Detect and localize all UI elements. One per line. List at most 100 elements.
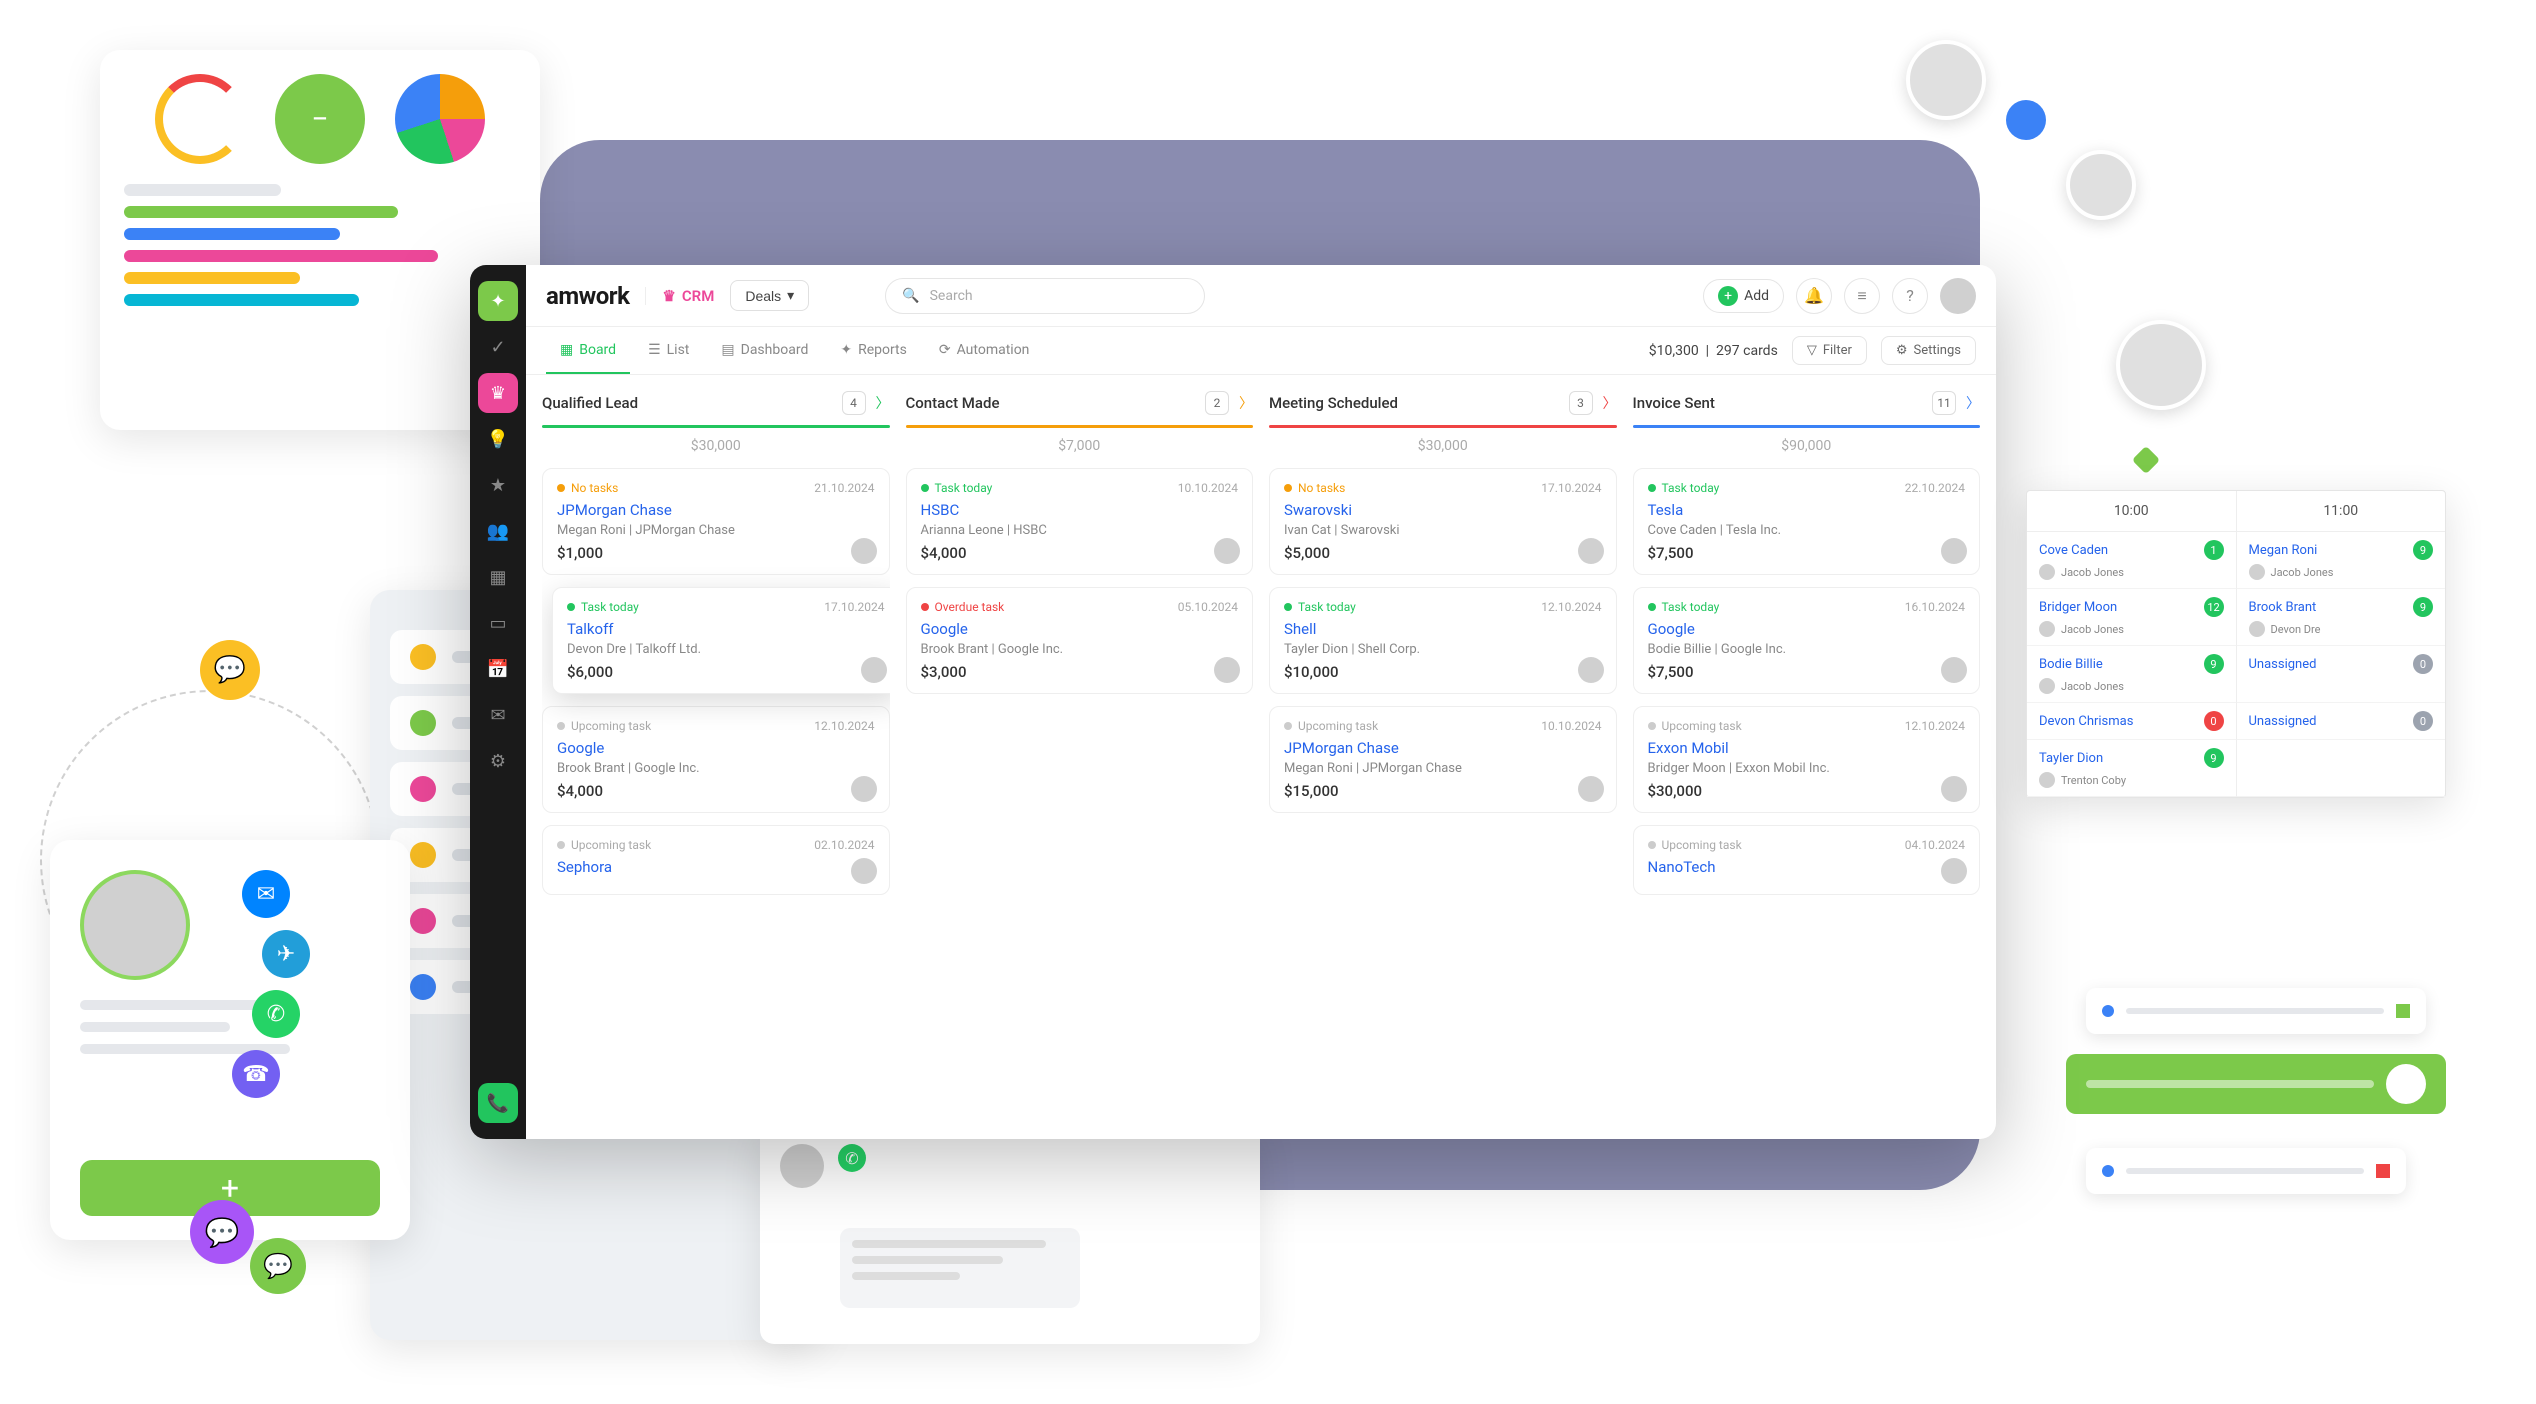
sidebar-phone-icon[interactable]: 📞 — [478, 1083, 518, 1123]
chevron-right-icon: 〉 — [1603, 393, 1617, 413]
schedule-assignee: Devon Dre — [2249, 621, 2434, 637]
tab-list[interactable]: ☰List — [634, 327, 703, 374]
deal-contact: Tayler Dion | Shell Corp. — [1284, 642, 1602, 657]
deal-card[interactable]: Task today 17.10.2024 Talkoff Devon Dre … — [552, 587, 890, 694]
add-button[interactable]: +Add — [1703, 279, 1784, 313]
deal-card[interactable]: Overdue task 05.10.2024 Google Brook Bra… — [906, 587, 1254, 694]
schedule-cell[interactable]: Megan Roni9Jacob Jones — [2237, 532, 2446, 589]
deal-amount: $10,000 — [1284, 663, 1602, 681]
filter-button[interactable]: ▽Filter — [1792, 336, 1867, 365]
tab-reports[interactable]: ✦Reports — [826, 327, 921, 374]
crm-app-window: ✦ ✓ ♛ 💡 ★ 👥 ▦ ▭ 📅 ✉ ⚙ 📞 amwork ♛CRM Deal… — [470, 265, 1996, 1139]
app-logo: amwork — [546, 282, 629, 310]
sidebar-logo-icon[interactable]: ✦ — [478, 281, 518, 321]
sidebar-star-icon[interactable]: ★ — [478, 465, 518, 505]
deal-contact: Devon Dre | Talkoff Ltd. — [567, 642, 885, 657]
deal-card[interactable]: Upcoming task 04.10.2024 NanoTech — [1633, 825, 1981, 895]
settings-button[interactable]: ⚙Settings — [1881, 336, 1976, 365]
deal-amount: $5,000 — [1284, 544, 1602, 562]
deal-card[interactable]: Upcoming task 12.10.2024 Google Brook Br… — [542, 706, 890, 813]
deal-amount: $1,000 — [557, 544, 875, 562]
schedule-cell[interactable]: Unassigned0 — [2237, 646, 2446, 703]
module-badge: ♛CRM — [645, 287, 714, 305]
sidebar-crown-icon[interactable]: ♛ — [478, 373, 518, 413]
chevron-right-icon: 〉 — [876, 393, 890, 413]
deal-card[interactable]: No tasks 17.10.2024 Swarovski Ivan Cat |… — [1269, 468, 1617, 575]
deal-card[interactable]: No tasks 21.10.2024 JPMorgan Chase Megan… — [542, 468, 890, 575]
chat-bubble-icon[interactable]: 💬 — [250, 1238, 306, 1294]
menu-icon[interactable]: ≡ — [1844, 278, 1880, 314]
deal-name: Google — [921, 620, 1239, 638]
column-title: Qualified Lead — [542, 394, 832, 412]
tab-board[interactable]: ▦Board — [546, 327, 630, 374]
help-button[interactable]: ? — [1892, 278, 1928, 314]
deal-name: Google — [1648, 620, 1966, 638]
sidebar-bulb-icon[interactable]: 💡 — [478, 419, 518, 459]
deals-dropdown[interactable]: Deals▾ — [730, 280, 809, 311]
card-date: 12.10.2024 — [1905, 719, 1965, 733]
viber-icon[interactable]: ☎ — [232, 1050, 280, 1098]
task-status: Task today — [1284, 600, 1356, 614]
deal-card[interactable]: Task today 22.10.2024 Tesla Cove Caden |… — [1633, 468, 1981, 575]
schedule-cell[interactable]: Bridger Moon12Jacob Jones — [2027, 589, 2237, 646]
deal-name: Talkoff — [567, 620, 885, 638]
deal-card[interactable]: Task today 12.10.2024 Shell Tayler Dion … — [1269, 587, 1617, 694]
sidebar-settings-icon[interactable]: ⚙ — [478, 741, 518, 781]
deal-card[interactable]: Upcoming task 10.10.2024 JPMorgan Chase … — [1269, 706, 1617, 813]
schedule-cell[interactable]: Devon Chrismas0 — [2027, 703, 2237, 740]
column-count: 11 — [1932, 391, 1956, 415]
user-avatar[interactable] — [1940, 278, 1976, 314]
schedule-cell[interactable]: Cove Caden1Jacob Jones — [2027, 532, 2237, 589]
task-status: Task today — [1648, 600, 1720, 614]
search-icon: 🔍 — [902, 288, 919, 304]
sidebar-check-icon[interactable]: ✓ — [478, 327, 518, 367]
contact-avatar — [80, 870, 190, 980]
dashboard-icon: ▤ — [721, 342, 734, 358]
deal-amount: $4,000 — [557, 782, 875, 800]
deal-card[interactable]: Task today 16.10.2024 Google Bodie Billi… — [1633, 587, 1981, 694]
task-status: Task today — [921, 481, 993, 495]
deal-contact: Arianna Leone | HSBC — [921, 523, 1239, 538]
column-title: Meeting Scheduled — [1269, 394, 1559, 412]
card-date: 16.10.2024 — [1905, 600, 1965, 614]
column-total: $7,000 — [906, 438, 1254, 454]
schedule-cell[interactable]: Unassigned0 — [2237, 703, 2446, 740]
task-status: Overdue task — [921, 600, 1005, 614]
deal-contact: Ivan Cat | Swarovski — [1284, 523, 1602, 538]
tab-dashboard[interactable]: ▤Dashboard — [707, 327, 822, 374]
automation-icon: ⟳ — [939, 342, 951, 358]
chevron-down-icon: ▾ — [787, 287, 794, 304]
telegram-icon[interactable]: ✈ — [262, 930, 310, 978]
chat-bubble-icon[interactable]: 💬 — [200, 640, 260, 700]
deal-amount: $30,000 — [1648, 782, 1966, 800]
schedule-cell[interactable]: Bodie Billie9Jacob Jones — [2027, 646, 2237, 703]
schedule-cell[interactable] — [2237, 740, 2446, 797]
search-input[interactable]: 🔍Search — [885, 278, 1205, 314]
deal-card[interactable]: Task today 10.10.2024 HSBC Arianna Leone… — [906, 468, 1254, 575]
whatsapp-icon[interactable]: ✆ — [252, 990, 300, 1038]
schedule-cell[interactable]: Tayler Dion9Trenton Coby — [2027, 740, 2237, 797]
sidebar-people-icon[interactable]: 👥 — [478, 511, 518, 551]
sidebar-board-icon[interactable]: ▦ — [478, 557, 518, 597]
card-date: 17.10.2024 — [1541, 481, 1601, 495]
notifications-icon[interactable]: 🔔 — [1796, 278, 1832, 314]
tab-automation[interactable]: ⟳Automation — [925, 327, 1044, 374]
card-date: 21.10.2024 — [814, 481, 874, 495]
schedule-badge: 0 — [2413, 654, 2433, 674]
sidebar-calendar-icon[interactable]: 📅 — [478, 649, 518, 689]
assignee-avatar — [1578, 776, 1604, 802]
task-status: Task today — [567, 600, 639, 614]
schedule-header: 10:00 — [2027, 491, 2237, 532]
chat-bubble-icon[interactable]: 💬 — [190, 1200, 254, 1264]
chat-avatar — [780, 1144, 824, 1188]
sidebar: ✦ ✓ ♛ 💡 ★ 👥 ▦ ▭ 📅 ✉ ⚙ 📞 — [470, 265, 526, 1139]
card-date: 02.10.2024 — [814, 838, 874, 852]
messenger-icon[interactable]: ✉ — [242, 870, 290, 918]
assignee-avatar — [861, 657, 887, 683]
schedule-cell[interactable]: Brook Brant9Devon Dre — [2237, 589, 2446, 646]
deal-card[interactable]: Upcoming task 02.10.2024 Sephora — [542, 825, 890, 895]
deal-card[interactable]: Upcoming task 12.10.2024 Exxon Mobil Bri… — [1633, 706, 1981, 813]
schedule-name: Devon Chrismas — [2039, 714, 2133, 729]
sidebar-card-icon[interactable]: ▭ — [478, 603, 518, 643]
sidebar-mail-icon[interactable]: ✉ — [478, 695, 518, 735]
